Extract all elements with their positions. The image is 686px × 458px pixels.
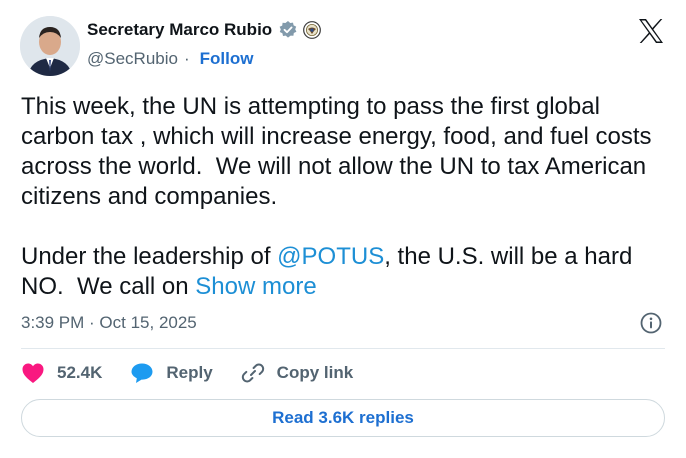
author-name[interactable]: Secretary Marco Rubio: [87, 20, 272, 40]
reply-label: Reply: [166, 363, 213, 382]
reply-button[interactable]: Reply: [130, 362, 213, 384]
reply-bubble-icon: [131, 363, 153, 383]
read-replies-button[interactable]: Read 3.6K replies: [21, 399, 665, 437]
state-department-seal-icon: [303, 21, 322, 39]
x-logo-icon[interactable]: [636, 16, 666, 46]
link-icon: [241, 363, 264, 383]
divider: [21, 348, 665, 349]
like-button[interactable]: 52.4K: [21, 362, 102, 384]
follow-button[interactable]: Follow: [200, 49, 254, 69]
show-more-link[interactable]: Show more: [195, 273, 316, 300]
copy-link-label: Copy link: [276, 363, 354, 382]
tweet-card: Secretary Marco Rubio @SecRubio · Follow: [0, 0, 686, 458]
action-bar: 52.4K Reply Copy link: [21, 361, 381, 385]
post-text: This week, the UN is attempting to pass …: [21, 92, 661, 302]
author-row: Secretary Marco Rubio: [87, 20, 322, 40]
author-handle[interactable]: @SecRubio: [87, 49, 178, 69]
separator-dot: ·: [183, 49, 190, 68]
mention-link[interactable]: @POTUS: [277, 243, 384, 270]
like-count: 52.4K: [57, 363, 103, 382]
heart-icon: [22, 363, 44, 383]
handle-row: @SecRubio · Follow: [87, 49, 253, 69]
avatar[interactable]: [20, 16, 80, 76]
info-icon[interactable]: [640, 312, 662, 334]
timestamp[interactable]: 3:39 PM · Oct 15, 2025: [21, 313, 197, 333]
copy-link-button[interactable]: Copy link: [241, 361, 354, 385]
verified-badge-icon: [278, 20, 298, 40]
